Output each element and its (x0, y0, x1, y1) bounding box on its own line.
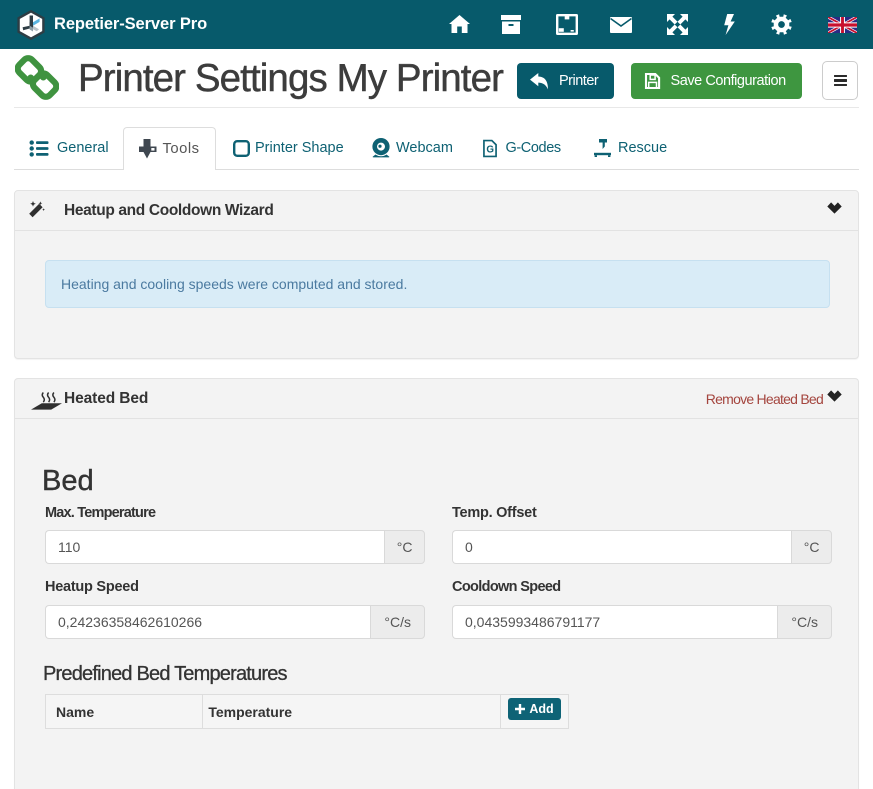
svg-text:G: G (486, 144, 494, 155)
